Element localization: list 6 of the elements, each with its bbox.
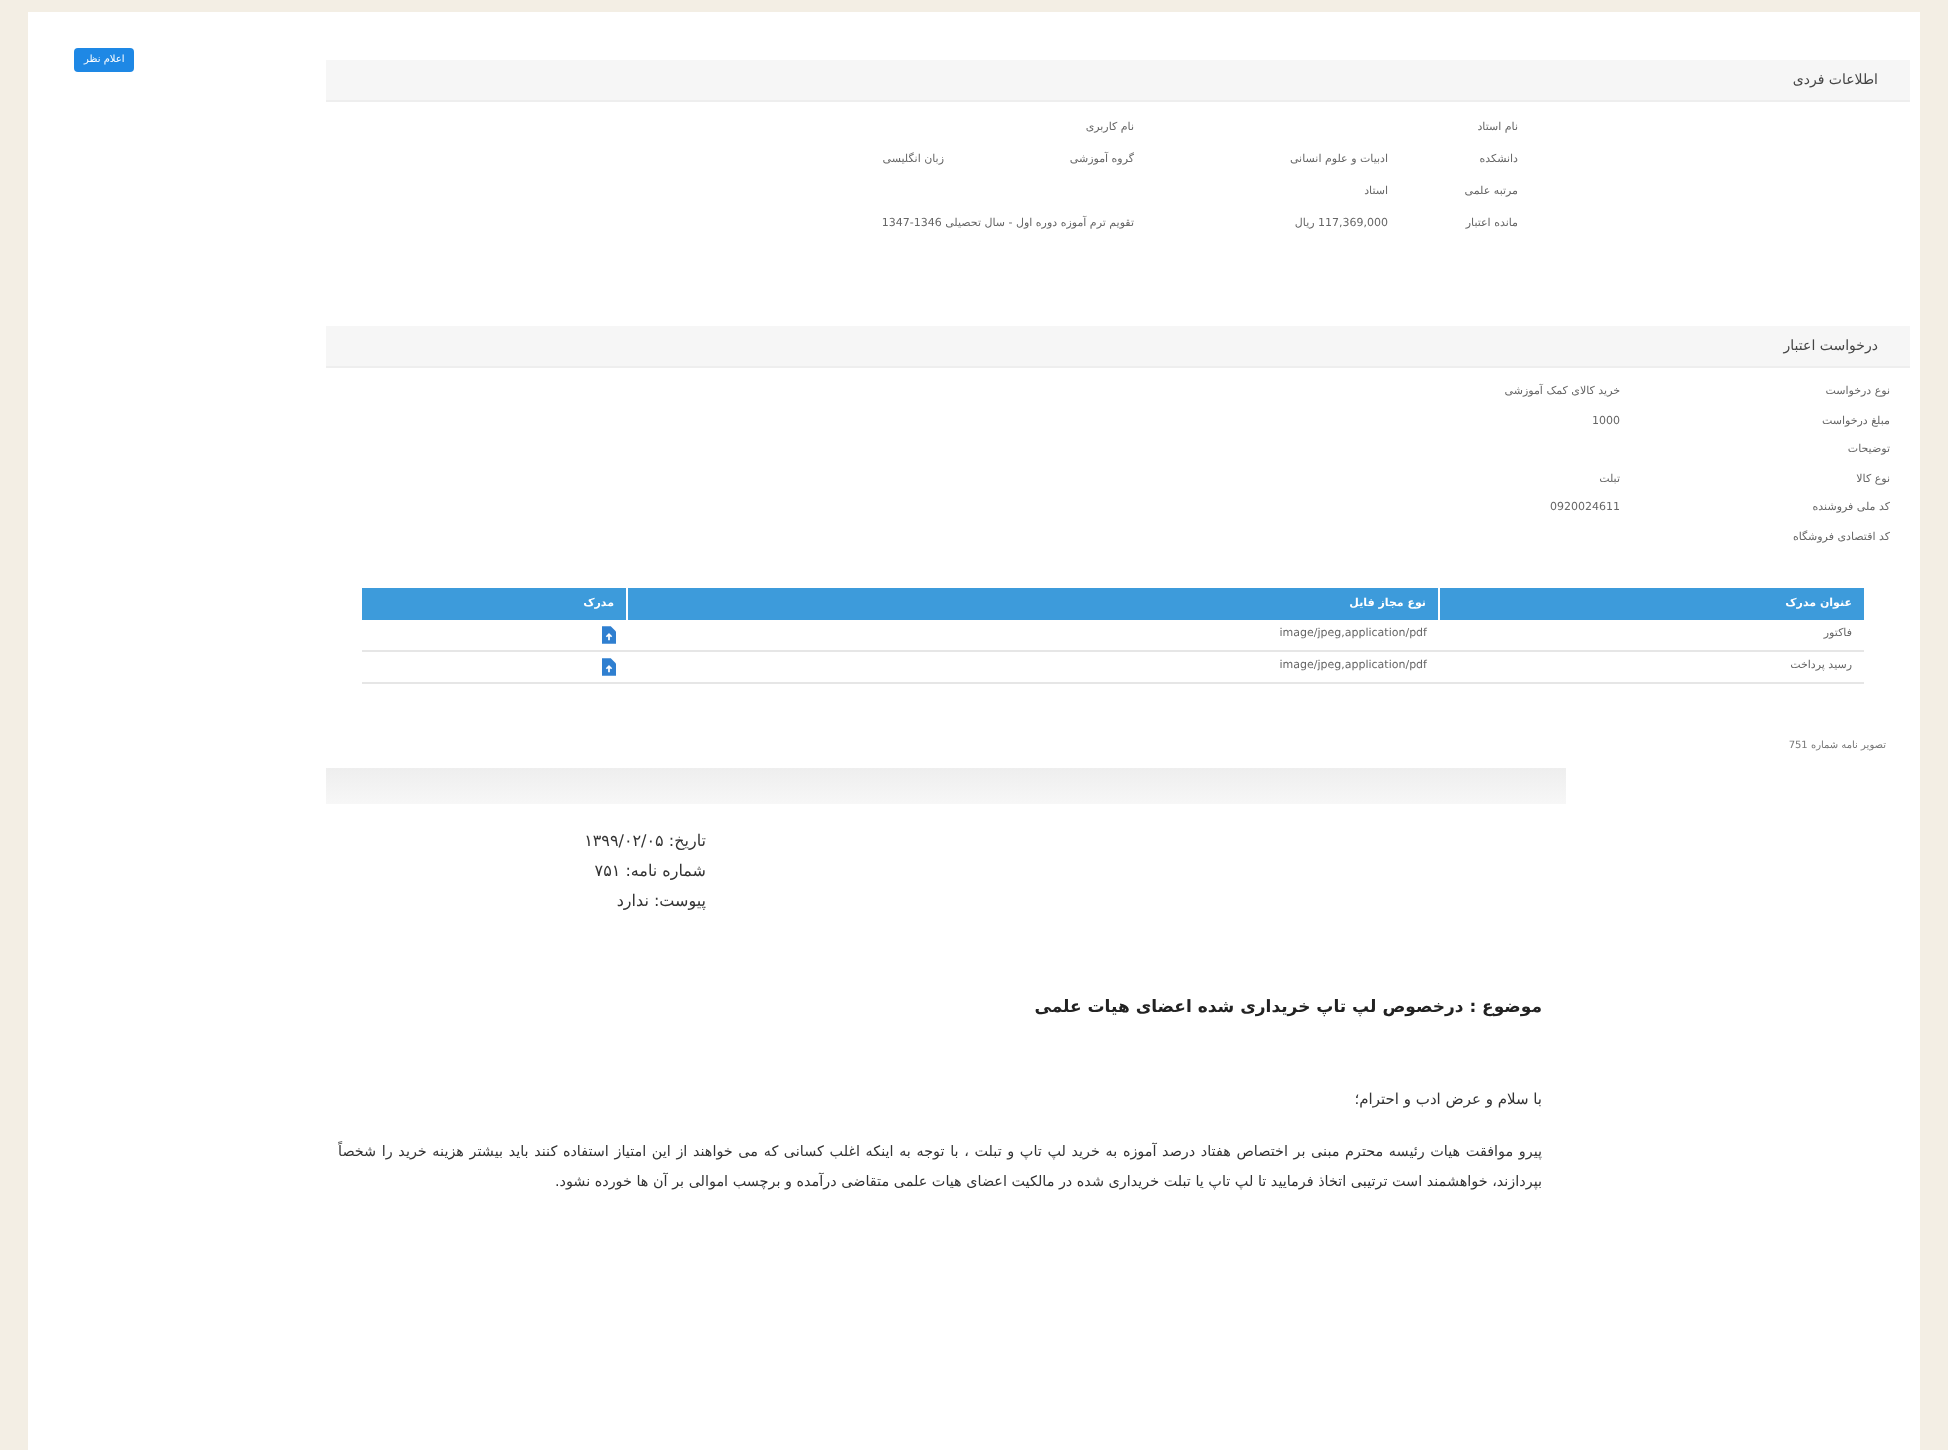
letter-subject: موضوع : درخصوص لپ تاپ خریداری شده اعضای هیات علمی xyxy=(1032,997,1542,1017)
letter-meta-text: پیوست: ندارد xyxy=(614,891,706,909)
letter-meta-text: تاریخ: ۱۳۹۹/۰۲/۰۵ xyxy=(582,831,706,849)
letter-meta-text: شماره نامه: ۷۵۱ xyxy=(592,861,706,879)
file-upload-icon[interactable] xyxy=(601,657,615,675)
file-upload-icon[interactable] xyxy=(601,625,615,643)
